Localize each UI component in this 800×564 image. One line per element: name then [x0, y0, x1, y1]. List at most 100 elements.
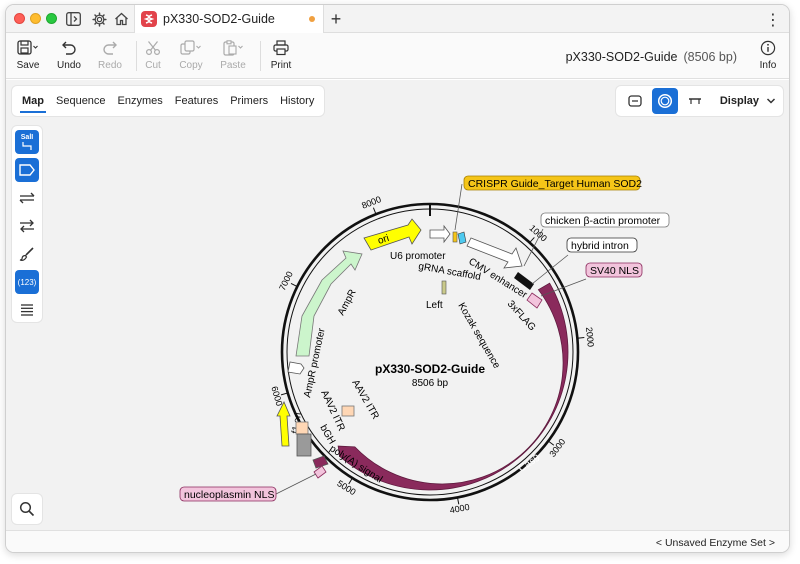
crispr-guide-feature[interactable] — [452, 231, 458, 243]
redo-icon — [103, 41, 117, 55]
chevron-down-icon[interactable] — [765, 96, 777, 106]
aav2-itr-left-feature[interactable] — [295, 421, 309, 435]
search-button[interactable] — [12, 494, 42, 524]
enzyme-set-selector[interactable]: < Unsaved Enzyme Set > — [656, 537, 775, 549]
save-button[interactable]: Save — [8, 38, 48, 71]
nucleoplasmin-nls-callout[interactable]: nucleoplasmin NLS — [179, 473, 317, 502]
kozak-label: Kozak sequence — [455, 301, 502, 371]
display-controls: Display — [615, 86, 783, 116]
enzyme-sites-tool[interactable]: SalI — [15, 130, 39, 154]
status-bar: < Unsaved Enzyme Set > — [6, 530, 789, 552]
svg-text:CRISPR Guide_Target Human SOD2: CRISPR Guide_Target Human SOD2 — [468, 178, 642, 190]
minimize-window-button[interactable] — [30, 13, 41, 24]
colors-tool[interactable] — [15, 242, 39, 266]
left-label: Left — [426, 300, 443, 311]
new-tab-button[interactable]: + — [326, 9, 346, 30]
print-button[interactable]: Print — [261, 38, 301, 71]
tick-label: 5000 — [335, 478, 357, 497]
svg-text:chicken β-actin promoter: chicken β-actin promoter — [545, 215, 661, 227]
sv40-nls-feature[interactable] — [526, 292, 543, 309]
text-view-tool[interactable] — [15, 298, 39, 322]
view-tab-bar: Map Sequence Enzymes Features Primers Hi… — [12, 86, 325, 116]
app-logo-icon — [141, 11, 157, 27]
features-tool[interactable] — [15, 158, 39, 182]
orfs-tool[interactable] — [15, 186, 39, 210]
more-options-icon[interactable]: ⋮ — [765, 10, 781, 30]
title-bar: pX330-SOD2-Guide + ⋮ — [6, 5, 789, 33]
paintbrush-icon — [19, 247, 34, 261]
ori-feature[interactable] — [363, 218, 422, 251]
toolbar: Save Undo Redo Cut Copy Paste Print pX33… — [6, 33, 789, 79]
gear-icon[interactable] — [90, 10, 108, 28]
svg-text:nucleoplasmin NLS: nucleoplasmin NLS — [184, 489, 274, 501]
map-tool-palette: SalI (123) — [12, 126, 42, 322]
printer-icon — [273, 40, 289, 56]
redo-button[interactable]: Redo — [90, 38, 130, 71]
sequence-view-button[interactable] — [682, 88, 708, 114]
aav2-itr-right-feature[interactable] — [341, 405, 355, 417]
list-lines-icon — [21, 304, 33, 316]
tab-primers[interactable]: Primers — [224, 86, 274, 116]
svg-text:hybrid intron: hybrid intron — [571, 240, 629, 252]
tab-title: pX330-SOD2-Guide — [163, 12, 275, 26]
linear-map-icon — [628, 95, 642, 107]
app-window: pX330-SOD2-Guide + ⋮ Save Undo Redo Cut … — [5, 4, 790, 553]
u6-promoter-feature[interactable] — [429, 224, 451, 244]
main-area: Map Sequence Enzymes Features Primers Hi… — [6, 80, 789, 530]
home-icon[interactable] — [112, 10, 130, 28]
ampr-label: AmpR — [336, 288, 359, 318]
svg-text:SV40 NLS: SV40 NLS — [590, 265, 639, 277]
document-tab[interactable]: pX330-SOD2-Guide — [134, 5, 324, 33]
tab-enzymes[interactable]: Enzymes — [112, 86, 169, 116]
search-icon — [19, 501, 35, 517]
scissors-icon — [145, 41, 161, 56]
sv40-nls-callout[interactable]: SV40 NLS — [540, 262, 643, 297]
tick-mark — [577, 337, 585, 339]
grna-scaffold-feature[interactable] — [457, 231, 467, 245]
tick-mark — [290, 282, 298, 287]
close-window-button[interactable] — [14, 13, 25, 24]
unsaved-indicator — [309, 16, 315, 22]
undo-button[interactable]: Undo — [49, 38, 89, 71]
f1-ori-feature[interactable] — [276, 401, 291, 447]
undo-icon — [62, 41, 76, 55]
zoom-window-button[interactable] — [46, 13, 57, 24]
sidebar-toggle-icon[interactable] — [64, 10, 82, 28]
copy-icon — [180, 40, 201, 55]
tick-label: 7000 — [277, 270, 295, 292]
copy-button[interactable]: Copy — [171, 38, 211, 71]
cut-button[interactable]: Cut — [133, 38, 173, 71]
tab-history[interactable]: History — [274, 86, 320, 116]
tick-label: 8000 — [360, 194, 382, 211]
tick-label: 6000 — [269, 385, 284, 407]
ampr-promoter-feature[interactable] — [287, 361, 305, 375]
circular-view-button[interactable] — [651, 88, 678, 114]
tab-map[interactable]: Map — [16, 86, 50, 116]
clipboard-icon — [223, 40, 243, 56]
tab-features[interactable]: Features — [169, 86, 224, 116]
tab-sequence[interactable]: Sequence — [50, 86, 112, 116]
ruler-icon — [688, 98, 701, 104]
circular-map-icon — [657, 93, 672, 109]
primers-tool[interactable] — [15, 214, 39, 238]
tick-label: 2000 — [584, 327, 596, 348]
feature-arrow-icon — [19, 164, 35, 176]
bgh-feature[interactable] — [296, 433, 312, 457]
tick-mark — [372, 207, 377, 215]
map-title: pX330-SOD2-Guide — [375, 362, 485, 376]
numbering-tool[interactable]: (123) — [15, 270, 39, 294]
double-strand-icon — [19, 192, 35, 204]
paste-button[interactable]: Paste — [213, 38, 253, 71]
info-button[interactable]: Info — [748, 38, 788, 71]
linear-view-button[interactable] — [622, 88, 648, 114]
plasmid-map[interactable]: 10002000300040005000600070008000 Cas9 or… — [46, 120, 786, 528]
info-icon — [760, 40, 776, 56]
tick-mark — [529, 237, 535, 243]
display-menu-button[interactable]: Display — [720, 95, 759, 107]
save-icon — [17, 40, 38, 55]
tick-label: 4000 — [449, 502, 471, 516]
left-feature[interactable] — [441, 280, 447, 295]
swap-arrows-icon — [20, 219, 34, 233]
u6-promoter-label: U6 promoter — [390, 251, 446, 262]
map-length: 8506 bp — [412, 378, 449, 389]
